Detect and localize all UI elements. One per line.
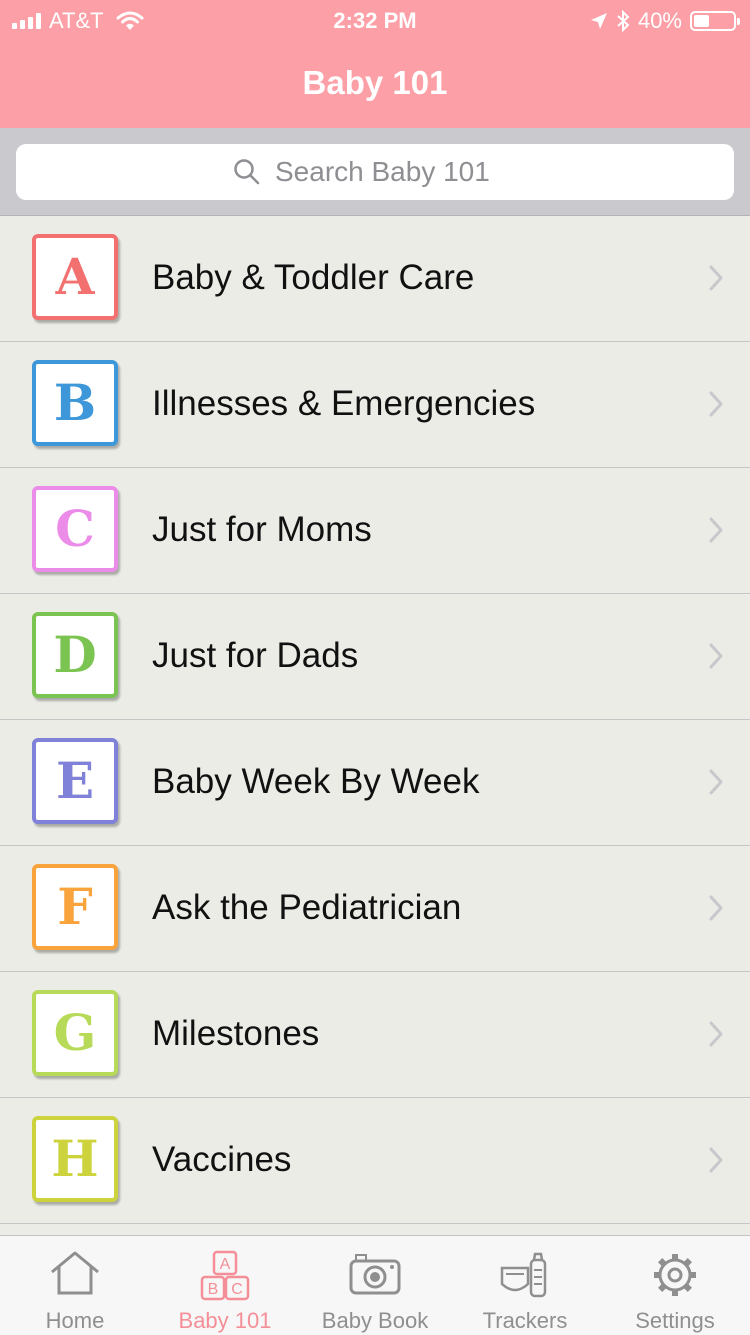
- page-title: Baby 101: [302, 64, 448, 101]
- battery-percent: 40%: [637, 8, 682, 33]
- block-letter: D: [53, 625, 97, 684]
- list-item-label: Milestones: [152, 1014, 320, 1053]
- svg-text:A: A: [220, 1256, 231, 1273]
- search-field[interactable]: [16, 144, 734, 200]
- tab-bar: Home A B C Baby 101 Baby Book Trackers S…: [0, 1235, 750, 1335]
- camera-icon: [349, 1254, 401, 1295]
- letter-block-icon: D: [32, 612, 118, 698]
- tab-trackers-label: Trackers: [482, 1308, 568, 1333]
- search-input[interactable]: [273, 155, 517, 189]
- location-arrow-icon: [590, 13, 607, 29]
- tab-baby-101[interactable]: A B C Baby 101: [150, 1236, 300, 1335]
- list-item-label: Vaccines: [152, 1140, 292, 1179]
- chevron-right-icon: [709, 895, 723, 921]
- list-item[interactable]: H Vaccines: [0, 1098, 750, 1224]
- gear-icon: [654, 1254, 696, 1296]
- block-letter: B: [53, 373, 97, 432]
- chevron-right-icon: [709, 643, 723, 669]
- letter-block-icon: C: [32, 486, 118, 572]
- list-item-label: Just for Dads: [152, 636, 359, 675]
- search-icon: [234, 159, 260, 185]
- list-item[interactable]: A Baby & Toddler Care: [0, 216, 750, 342]
- list-item[interactable]: D Just for Dads: [0, 594, 750, 720]
- list-item[interactable]: C Just for Moms: [0, 468, 750, 594]
- tab-baby-101-label: Baby 101: [178, 1308, 272, 1333]
- abc-blocks-icon: A B C: [200, 1250, 250, 1301]
- block-letter: G: [53, 1003, 97, 1062]
- letter-block-icon: G: [32, 990, 118, 1076]
- block-letter: A: [55, 247, 95, 306]
- tab-settings[interactable]: Settings: [600, 1236, 750, 1335]
- battery-icon: [690, 11, 740, 31]
- tab-baby-book[interactable]: Baby Book: [300, 1236, 450, 1335]
- block-letter: C: [55, 499, 95, 558]
- svg-text:B: B: [208, 1281, 219, 1298]
- list-item[interactable]: E Baby Week By Week: [0, 720, 750, 846]
- list-item-label: Just for Moms: [152, 510, 372, 549]
- block-letter: F: [57, 877, 93, 936]
- letter-block-icon: H: [32, 1116, 118, 1202]
- chevron-right-icon: [709, 1021, 723, 1047]
- letter-block-icon: B: [32, 360, 118, 446]
- list-item[interactable]: F Ask the Pediatrician: [0, 846, 750, 972]
- chevron-right-icon: [709, 769, 723, 795]
- letter-block-icon: E: [32, 738, 118, 824]
- list-item-label: Baby & Toddler Care: [152, 258, 475, 297]
- search-bar: [0, 128, 750, 216]
- home-icon: [51, 1251, 99, 1295]
- tab-home[interactable]: Home: [0, 1236, 150, 1335]
- category-list: A Baby & Toddler Care B Illnesses & Emergen…: [0, 216, 750, 1224]
- tab-trackers[interactable]: Trackers: [450, 1236, 600, 1335]
- letter-block-icon: F: [32, 864, 118, 950]
- bluetooth-icon: [617, 10, 630, 32]
- chevron-right-icon: [709, 517, 723, 543]
- list-item[interactable]: G Milestones: [0, 972, 750, 1098]
- tab-home-label: Home: [45, 1308, 105, 1333]
- list-item-label: Illnesses & Emergencies: [152, 384, 536, 423]
- list-item[interactable]: B Illnesses & Emergencies: [0, 342, 750, 468]
- tab-settings-label: Settings: [635, 1308, 715, 1333]
- block-letter: E: [55, 751, 95, 810]
- svg-text:C: C: [231, 1281, 243, 1298]
- status-bar: AT&T 2:32 PM 40%: [0, 0, 750, 40]
- chevron-right-icon: [709, 265, 723, 291]
- chevron-right-icon: [709, 391, 723, 417]
- block-letter: H: [51, 1129, 99, 1188]
- header: AT&T 2:32 PM 40% Baby 101: [0, 0, 750, 128]
- diaper-bottle-icon: [500, 1252, 547, 1298]
- tab-baby-book-label: Baby Book: [321, 1308, 429, 1333]
- chevron-right-icon: [709, 1147, 723, 1173]
- list-item-label: Ask the Pediatrician: [152, 888, 462, 927]
- letter-block-icon: A: [32, 234, 118, 320]
- list-item-label: Baby Week By Week: [152, 762, 480, 801]
